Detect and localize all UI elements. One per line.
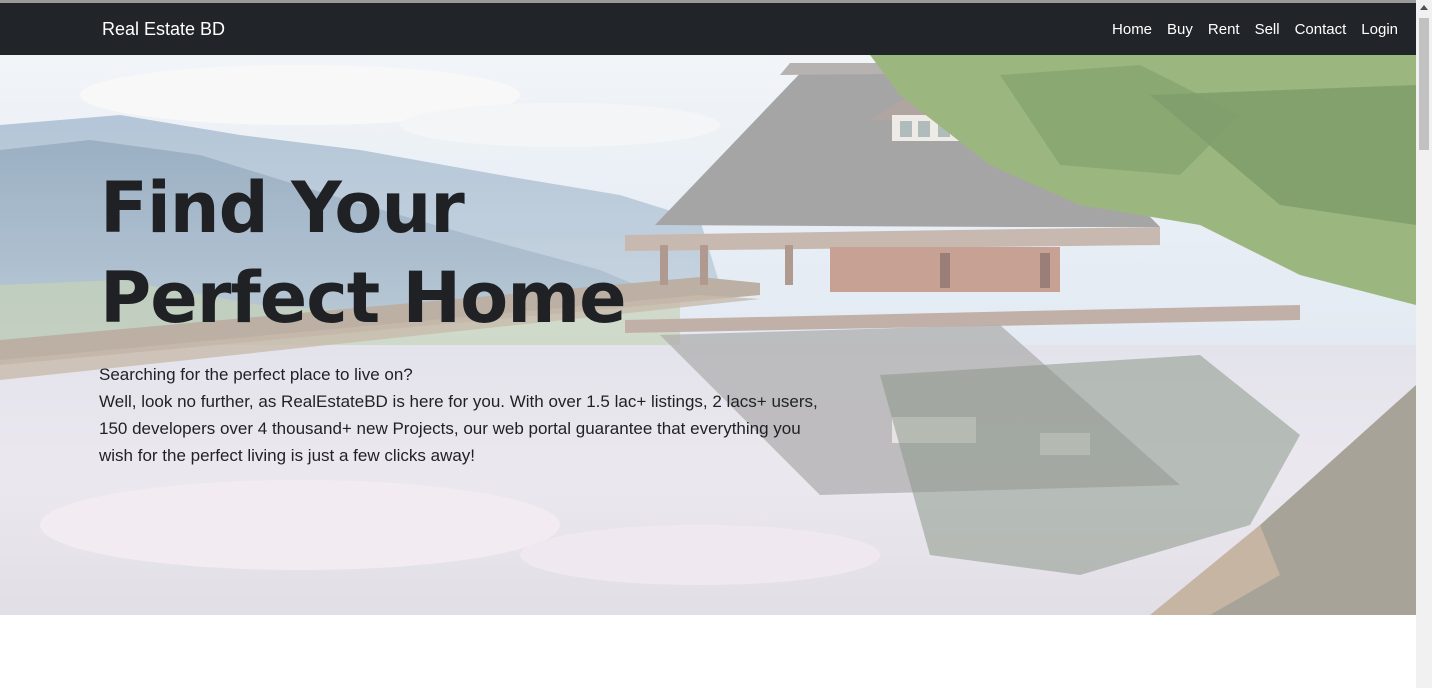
- hero-body-text: Well, look no further, as RealEstateBD i…: [99, 392, 818, 465]
- hero-title-line-1: Find Your: [100, 167, 465, 249]
- nav-link-home[interactable]: Home: [1112, 21, 1152, 38]
- hero-description: Searching for the perfect place to live …: [99, 361, 829, 469]
- nav-link-contact[interactable]: Contact: [1295, 21, 1347, 38]
- nav-links: Home Buy Rent Sell Contact Login: [1097, 3, 1398, 55]
- hero-section: Find Your Perfect Home Searching for the…: [0, 55, 1416, 615]
- hero-subtitle: Searching for the perfect place to live …: [99, 365, 413, 384]
- hero-title-line-2: Perfect Home: [100, 257, 627, 339]
- page-scrollbar[interactable]: [1416, 0, 1432, 688]
- nav-link-rent[interactable]: Rent: [1208, 21, 1240, 38]
- nav-link-buy[interactable]: Buy: [1167, 21, 1193, 38]
- scroll-up-arrow-icon[interactable]: [1420, 5, 1428, 10]
- brand-link[interactable]: Real Estate BD: [102, 3, 225, 55]
- scrollbar-thumb[interactable]: [1419, 18, 1429, 150]
- navbar: Real Estate BD Home Buy Rent Sell Contac…: [0, 3, 1416, 55]
- nav-link-login[interactable]: Login: [1361, 21, 1398, 38]
- hero-title: Find Your Perfect Home: [100, 163, 627, 343]
- nav-link-sell[interactable]: Sell: [1255, 21, 1280, 38]
